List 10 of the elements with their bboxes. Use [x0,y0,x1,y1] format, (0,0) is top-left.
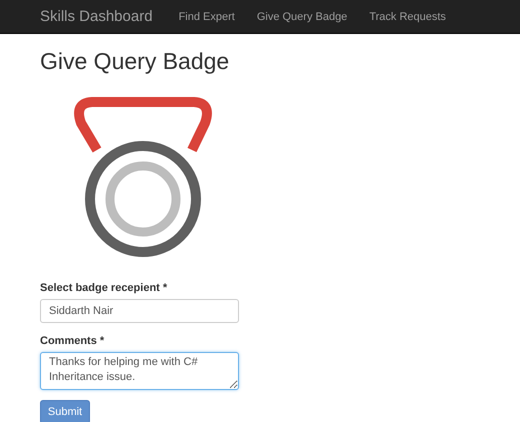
brand-link[interactable]: Skills Dashboard [40,8,153,25]
nav-link[interactable]: Give Query Badge [256,10,348,22]
nav-link[interactable]: Find Expert [178,10,235,22]
recipient-input[interactable]: Siddarth Nair [40,299,239,323]
field-label: Comments * [40,335,106,347]
nav-link[interactable]: Track Requests [369,10,446,22]
comments-textarea[interactable]: Thanks for helping me with C# Inheritance issue. [40,352,239,390]
submit-button[interactable]: Submit [40,400,90,422]
field-label: Select badge recepient * [40,282,168,294]
page-title: Give Query Badge [40,47,230,75]
